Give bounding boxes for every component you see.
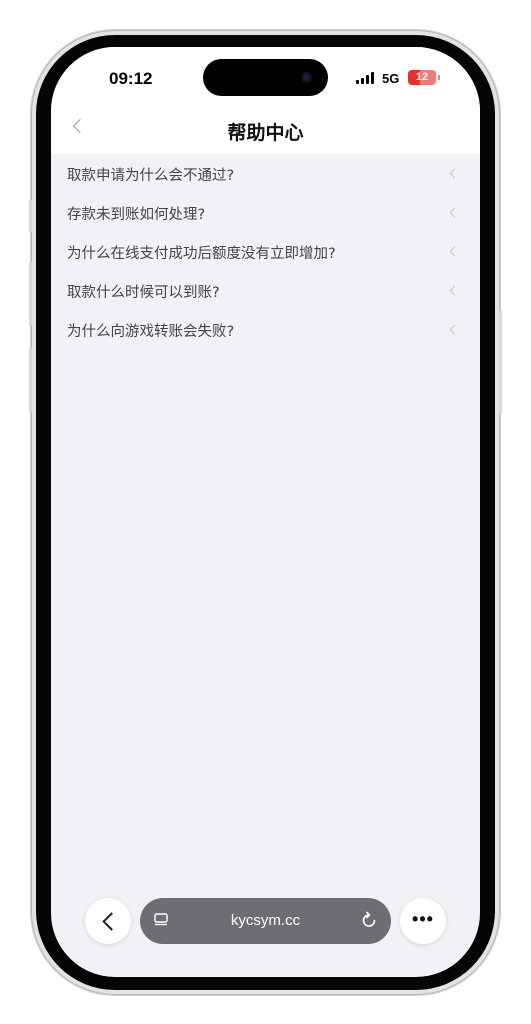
battery-tip bbox=[438, 75, 440, 80]
status-bar: 09:12 5G 12 bbox=[51, 47, 480, 107]
signal-icon bbox=[356, 71, 376, 84]
faq-item-label: 存款未到账如何处理? bbox=[67, 207, 206, 223]
faq-item[interactable]: 存款未到账如何处理? bbox=[51, 193, 480, 232]
chevron-left-icon bbox=[449, 207, 460, 218]
battery-icon: 12 bbox=[408, 70, 436, 85]
reload-icon[interactable] bbox=[360, 911, 378, 929]
volume-up-button bbox=[29, 262, 32, 326]
faq-item[interactable]: 为什么在线支付成功后额度没有立即增加? bbox=[51, 232, 480, 271]
faq-item-label: 取款什么时候可以到账? bbox=[67, 285, 220, 301]
ellipsis-icon: ••• bbox=[412, 909, 434, 929]
faq-item[interactable]: 为什么向游戏转账会失败? bbox=[51, 310, 480, 349]
nav-header: 帮助中心 bbox=[51, 107, 480, 154]
faq-list: 取款申请为什么会不通过? 存款未到账如何处理? 为什么在线支付成功后额度没有立即… bbox=[51, 154, 480, 349]
page-title: 帮助中心 bbox=[227, 122, 304, 144]
chevron-left-icon bbox=[449, 168, 460, 179]
chevron-left-icon bbox=[449, 324, 460, 335]
faq-item-label: 为什么在线支付成功后额度没有立即增加? bbox=[67, 246, 336, 262]
action-button bbox=[29, 200, 32, 232]
faq-item[interactable]: 取款申请为什么会不通过? bbox=[51, 154, 480, 193]
dynamic-island bbox=[203, 59, 328, 96]
faq-item[interactable]: 取款什么时候可以到账? bbox=[51, 271, 480, 310]
status-time: 09:12 bbox=[109, 69, 153, 88]
volume-down-button bbox=[29, 348, 32, 412]
chevron-left-icon bbox=[102, 912, 121, 931]
faq-item-label: 取款申请为什么会不通过? bbox=[67, 168, 235, 184]
chevron-left-icon bbox=[449, 246, 460, 257]
battery-level: 12 bbox=[415, 71, 429, 83]
power-button bbox=[499, 310, 502, 414]
camera-icon bbox=[301, 72, 312, 83]
url-text[interactable]: kycsym.cc bbox=[140, 912, 391, 929]
network-type: 5G bbox=[382, 71, 400, 86]
faq-item-label: 为什么向游戏转账会失败? bbox=[67, 324, 235, 340]
chevron-left-icon bbox=[449, 285, 460, 296]
more-options-button[interactable]: ••• bbox=[400, 898, 446, 944]
address-bar[interactable]: kycsym.cc bbox=[140, 898, 391, 944]
browser-back-button[interactable] bbox=[85, 898, 131, 944]
screen: 09:12 5G 12 帮助中心 取款申请为什么会不通过? 存款未到账如何处理? bbox=[51, 47, 480, 977]
